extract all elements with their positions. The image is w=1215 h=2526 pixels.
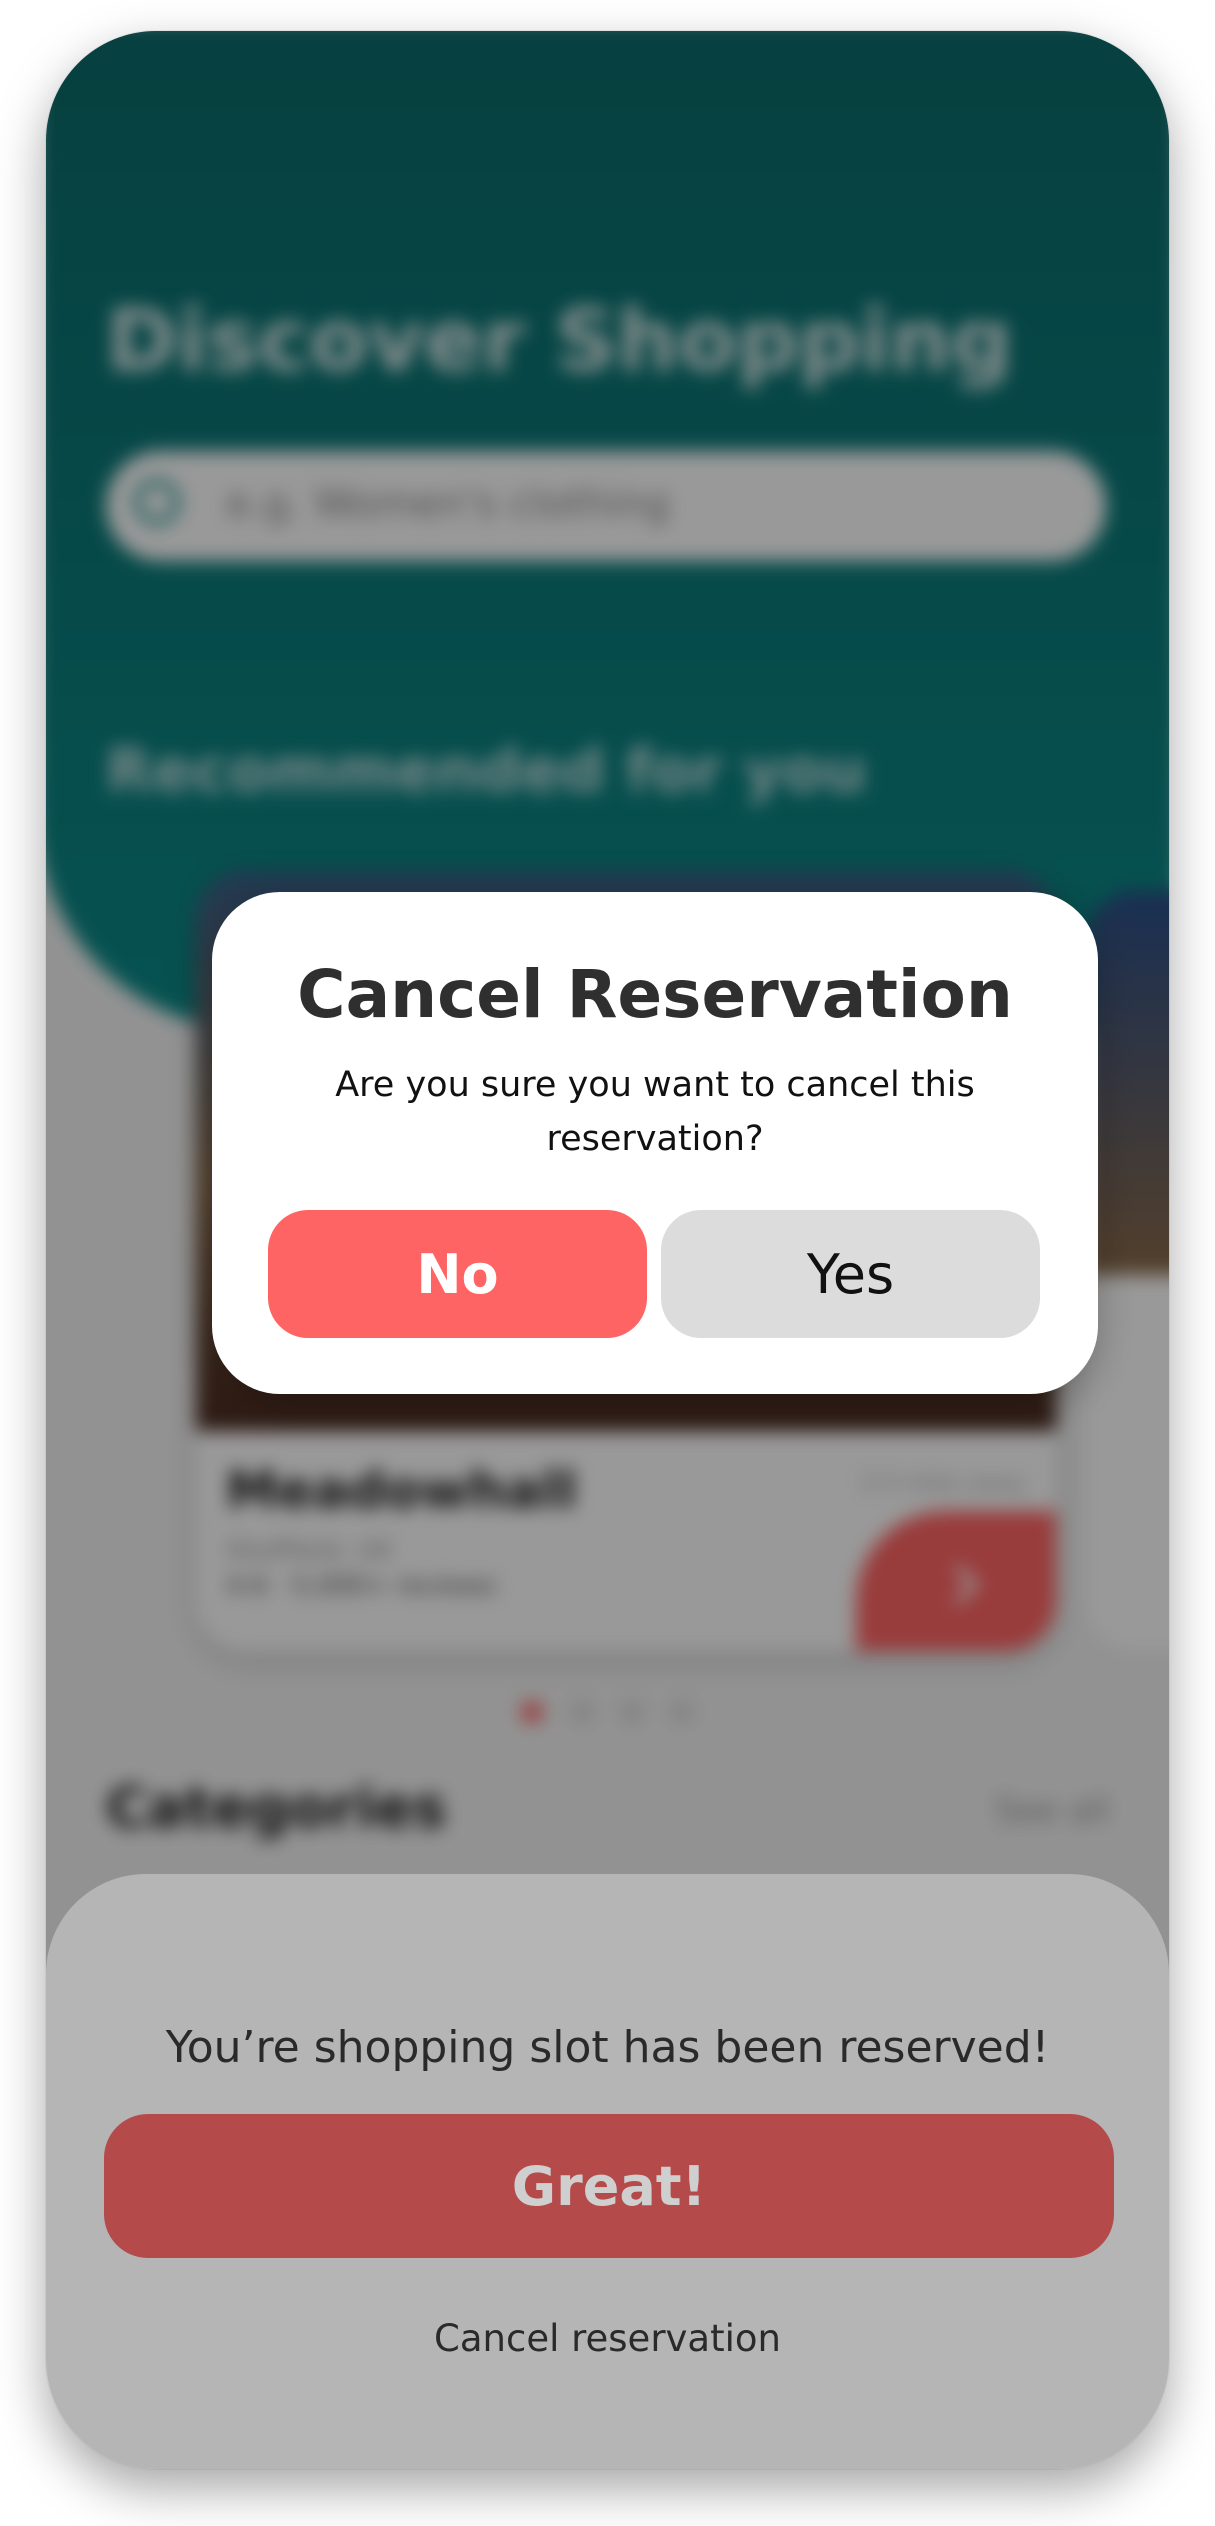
phone-screen: Discover Shopping e.g. Women's clothing …: [46, 31, 1169, 2469]
dialog-title: Cancel Reservation: [297, 956, 1013, 1033]
reservation-message: You’re shopping slot has been reserved!: [165, 2022, 1050, 2073]
great-button[interactable]: Great!: [104, 2114, 1114, 2258]
dialog-message: Are you sure you want to cancel this res…: [335, 1065, 975, 1159]
cancel-reservation-link[interactable]: Cancel reservation: [46, 2317, 1169, 2360]
yes-button[interactable]: Yes: [661, 1210, 1040, 1338]
no-button[interactable]: No: [268, 1210, 647, 1338]
cancel-reservation-dialog: Cancel Reservation Are you sure you want…: [212, 892, 1098, 1394]
reservation-bottom-sheet: You’re shopping slot has been reserved! …: [46, 1874, 1169, 2469]
